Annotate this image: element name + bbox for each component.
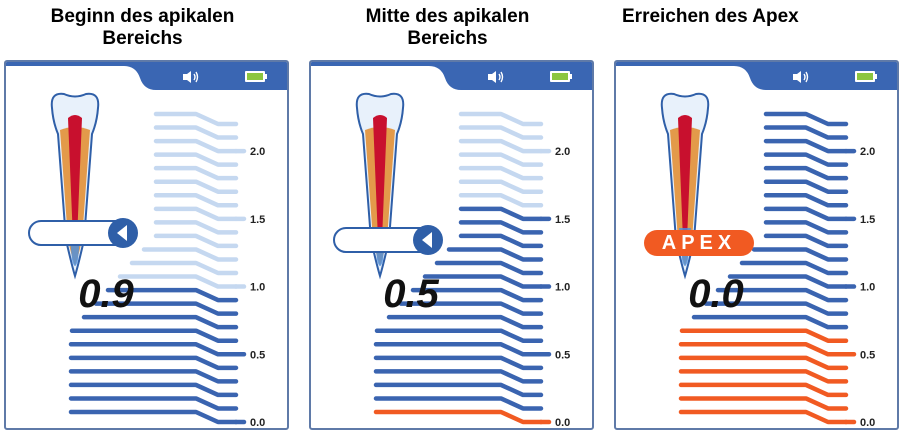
arrow-left-icon — [413, 225, 443, 255]
scale-bar — [153, 233, 239, 249]
scale-bar — [373, 369, 544, 384]
length-reading: 0.0 — [688, 272, 744, 316]
scale-bar — [678, 409, 849, 425]
apex-badge: APEX — [644, 230, 754, 256]
arrow-left-icon — [108, 218, 138, 248]
scale-bar — [68, 409, 239, 425]
caption-panel-1: Beginn des apikalen Bereichs — [0, 6, 285, 50]
scale-bar — [374, 328, 544, 343]
scale-label: 0.0 — [250, 417, 265, 429]
scale-bar — [68, 355, 239, 371]
scale-bar — [68, 382, 239, 398]
scale-bar — [373, 396, 544, 411]
scale-bar — [763, 193, 849, 208]
device-screen-1: 2.0 1.5 1.0 0.5 0.0 0.9 — [4, 60, 289, 430]
scale-label: 1.0 — [860, 282, 875, 294]
caption-line-1: Erreichen des Apex — [622, 6, 799, 27]
scale-bar — [141, 247, 239, 262]
caption-line-1: Mitte des apikalen — [365, 6, 530, 27]
scale-bar — [458, 165, 544, 181]
scale-bar — [763, 233, 849, 249]
scale-bar — [679, 328, 849, 343]
scale-bar — [153, 179, 239, 194]
scale-bar — [69, 328, 239, 343]
scale-bar — [373, 382, 544, 398]
scale-bar — [678, 369, 849, 384]
scale-bar — [763, 165, 849, 181]
scale-bar — [678, 382, 849, 398]
scale-bar — [153, 206, 239, 222]
scale-bar — [153, 111, 239, 127]
scale-bar — [751, 247, 849, 262]
caption-line-1: Beginn des apikalen — [50, 6, 235, 27]
scale-bar — [153, 152, 239, 167]
scale-bar — [458, 220, 544, 235]
caption-panel-3: Erreichen des Apex — [612, 6, 897, 28]
scale-bar — [373, 355, 544, 371]
scale-bar — [81, 314, 239, 330]
scale-bar — [68, 369, 239, 384]
scale-bar — [446, 247, 544, 262]
device-screen-2: 2.0 1.5 1.0 0.5 0.0 0.5 — [309, 60, 594, 430]
scale-bar — [763, 220, 849, 235]
scale-bar — [373, 342, 544, 357]
scale-label: 0.5 — [860, 349, 875, 361]
scale-bar — [678, 342, 849, 357]
scale-label: 2.0 — [250, 146, 265, 158]
scale-label: 0.5 — [555, 349, 570, 361]
scale-label: 0.0 — [860, 417, 875, 429]
scale-bar — [763, 125, 849, 140]
caption-panel-2: Mitte des apikalen Bereichs — [305, 6, 590, 50]
scale-bar — [458, 233, 544, 249]
scale-bar — [678, 396, 849, 411]
scale-bar — [458, 111, 544, 127]
scale-label: 0.0 — [555, 417, 570, 429]
scale-bar — [458, 125, 544, 140]
scale-bar — [691, 314, 849, 330]
scale-bar — [153, 165, 239, 181]
scale-bar — [763, 111, 849, 127]
scale-bar — [458, 152, 544, 167]
scale-bar — [678, 355, 849, 371]
scale-bar — [763, 179, 849, 194]
scale-label: 1.0 — [555, 282, 570, 294]
caption-line-2: Bereichs — [407, 28, 488, 49]
scale-bar — [153, 138, 239, 154]
scale-bar — [153, 220, 239, 235]
scale-label: 2.0 — [860, 146, 875, 158]
progress-indicator — [333, 225, 443, 255]
scale-bar — [68, 396, 239, 411]
scale-label: 1.0 — [250, 282, 265, 294]
length-reading: 0.5 — [383, 272, 439, 316]
scale-bar — [153, 193, 239, 208]
scale-bar — [458, 193, 544, 208]
scale-label: 0.5 — [250, 349, 265, 361]
scale-label: 1.5 — [860, 214, 875, 226]
scale-bar — [458, 138, 544, 154]
scale-bar — [763, 152, 849, 167]
device-screen-3: 2.0 1.5 1.0 0.5 0.0 APEX 0.0 — [614, 60, 899, 430]
scale-label: 1.5 — [555, 214, 570, 226]
scale-bar — [153, 125, 239, 140]
scale-label: 1.5 — [250, 214, 265, 226]
progress-indicator — [28, 218, 138, 248]
caption-line-2: Bereichs — [102, 28, 183, 49]
scale-label: 2.0 — [555, 146, 570, 158]
scale-bar — [373, 409, 544, 425]
scale-bar — [386, 314, 544, 330]
length-reading: 0.9 — [78, 272, 134, 316]
scale-bar — [763, 206, 849, 222]
scale-bar — [458, 179, 544, 194]
scale-bar — [68, 342, 239, 357]
tooth-icon — [50, 92, 100, 280]
scale-bar — [458, 206, 544, 222]
scale-bar — [763, 138, 849, 154]
